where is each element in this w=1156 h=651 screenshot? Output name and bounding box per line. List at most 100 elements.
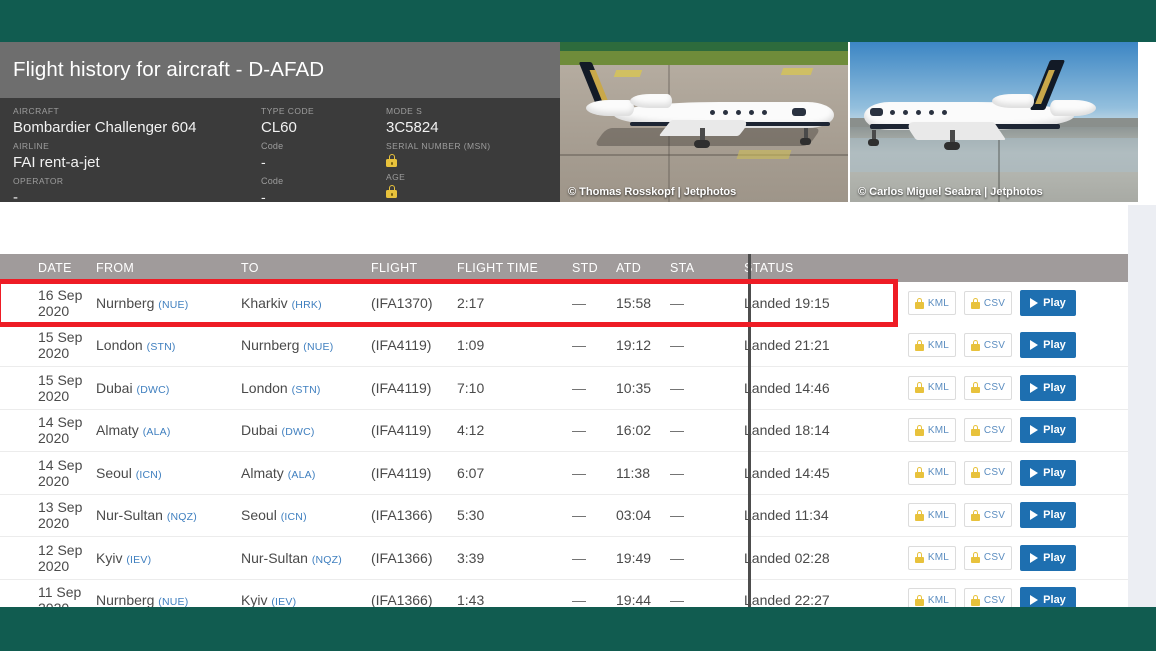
cell-std: — bbox=[572, 592, 586, 607]
table-row[interactable]: 12 Sep 2020 Kyiv (IEV) Nur-Sultan (NQZ) (IF… bbox=[0, 537, 1128, 580]
cell-to: Nur-Sultan (NQZ) bbox=[241, 550, 371, 566]
play-button[interactable]: Play bbox=[1020, 459, 1076, 486]
aircraft-photo-2[interactable]: © Carlos Miguel Seabra | Jetphotos bbox=[850, 42, 1138, 202]
page-right-gutter bbox=[1128, 205, 1156, 607]
column-header-flight[interactable]: FLIGHT bbox=[371, 261, 457, 275]
play-label: Play bbox=[1043, 551, 1066, 564]
csv-download-button[interactable]: CSV bbox=[964, 333, 1012, 358]
column-header-sta[interactable]: STA bbox=[670, 261, 722, 275]
to-iata: (IEV) bbox=[271, 596, 297, 607]
csv-download-button[interactable]: CSV bbox=[964, 418, 1012, 443]
csv-download-button[interactable]: CSV bbox=[964, 460, 1012, 485]
cell-date: 15 Sep 2020 bbox=[38, 329, 83, 362]
info-column-type: TYPE CODE CL60 Code - Code - bbox=[261, 105, 386, 205]
kml-download-button[interactable]: KML bbox=[908, 291, 956, 316]
cell-flight[interactable]: (IFA4119) bbox=[371, 422, 457, 438]
kml-download-button[interactable]: KML bbox=[908, 503, 956, 528]
label-type-code: TYPE CODE bbox=[261, 106, 315, 116]
cell-flight[interactable]: (IFA1366) bbox=[371, 550, 457, 566]
to-iata: (NQZ) bbox=[311, 553, 342, 566]
status-column-divider bbox=[748, 254, 751, 607]
from-city: Seoul bbox=[96, 464, 132, 481]
info-column-aircraft: AIRCRAFT Bombardier Challenger 604 AIRLI… bbox=[13, 105, 261, 206]
to-iata: (NUE) bbox=[303, 341, 334, 354]
csv-label: CSV bbox=[983, 339, 1006, 351]
aircraft-photo-1[interactable]: © Thomas Rosskopf | Jetphotos bbox=[560, 42, 848, 202]
page-title: Flight history for aircraft - D-AFAD bbox=[13, 58, 325, 81]
from-city: Nurnberg bbox=[96, 295, 155, 312]
play-icon bbox=[1030, 510, 1039, 521]
column-header-date[interactable]: DATE bbox=[0, 261, 96, 275]
lock-icon bbox=[970, 509, 980, 521]
csv-download-button[interactable]: CSV bbox=[964, 291, 1012, 316]
play-button[interactable]: Play bbox=[1020, 417, 1076, 444]
cell-flight[interactable]: (IFA4119) bbox=[371, 380, 457, 396]
csv-label: CSV bbox=[983, 382, 1006, 394]
from-city: Dubai bbox=[96, 379, 133, 396]
from-iata: (IEV) bbox=[126, 553, 152, 566]
cell-date: 16 Sep 2020 bbox=[38, 287, 83, 320]
column-header-flight-time[interactable]: FLIGHT TIME bbox=[457, 261, 572, 275]
kml-download-button[interactable]: KML bbox=[908, 460, 956, 485]
table-row[interactable]: 13 Sep 2020 Nur-Sultan (NQZ) Seoul (ICN) (I… bbox=[0, 494, 1128, 537]
play-button[interactable]: Play bbox=[1020, 374, 1076, 401]
kml-download-button[interactable]: KML bbox=[908, 418, 956, 443]
cell-flight[interactable]: (IFA1366) bbox=[371, 507, 457, 523]
cell-from: Seoul (ICN) bbox=[96, 465, 241, 481]
csv-download-button[interactable]: CSV bbox=[964, 588, 1012, 607]
cell-std: — bbox=[572, 549, 586, 566]
lock-icon bbox=[914, 552, 924, 564]
play-button[interactable]: Play bbox=[1020, 587, 1076, 607]
column-header-std[interactable]: STD bbox=[572, 261, 616, 275]
photo-credit-2: © Carlos Miguel Seabra | Jetphotos bbox=[858, 185, 1043, 198]
kml-label: KML bbox=[927, 509, 950, 521]
cell-to: Seoul (ICN) bbox=[241, 507, 371, 523]
cell-to: Nurnberg (NUE) bbox=[241, 337, 371, 353]
table-row[interactable]: 14 Sep 2020 Seoul (ICN) Almaty (ALA) (IFA41… bbox=[0, 452, 1128, 495]
kml-download-button[interactable]: KML bbox=[908, 588, 956, 607]
play-button[interactable]: Play bbox=[1020, 544, 1076, 571]
to-city: Nur-Sultan bbox=[241, 549, 308, 566]
cell-flight[interactable]: (IFA4119) bbox=[371, 337, 457, 353]
cell-atd: 10:35 bbox=[616, 379, 652, 396]
play-button[interactable]: Play bbox=[1020, 502, 1076, 529]
csv-download-button[interactable]: CSV bbox=[964, 375, 1012, 400]
cell-actions: KML CSV Play bbox=[908, 587, 1128, 607]
cell-flight[interactable]: (IFA4119) bbox=[371, 465, 457, 481]
cell-std: — bbox=[572, 337, 586, 354]
column-header-atd[interactable]: ATD bbox=[616, 261, 670, 275]
cell-flight[interactable]: (IFA1370) bbox=[371, 295, 457, 311]
to-city: Nurnberg bbox=[241, 337, 300, 354]
flight-history-table: DATE FROM TO FLIGHT FLIGHT TIME STD ATD … bbox=[0, 254, 1128, 607]
cell-atd: 15:58 bbox=[616, 295, 652, 312]
info-column-modes: MODE S 3C5824 SERIAL NUMBER (MSN) AGE bbox=[386, 105, 556, 202]
csv-download-button[interactable]: CSV bbox=[964, 503, 1012, 528]
play-label: Play bbox=[1043, 381, 1066, 394]
cell-flight[interactable]: (IFA1366) bbox=[371, 592, 457, 607]
kml-download-button[interactable]: KML bbox=[908, 375, 956, 400]
kml-label: KML bbox=[927, 382, 950, 394]
table-row[interactable]: 15 Sep 2020 Dubai (DWC) London (STN) (IFA41… bbox=[0, 367, 1128, 410]
kml-download-button[interactable]: KML bbox=[908, 333, 956, 358]
cell-atd: 19:12 bbox=[616, 337, 652, 354]
play-button[interactable]: Play bbox=[1020, 290, 1076, 317]
value-age-locked[interactable] bbox=[386, 184, 556, 199]
column-header-to[interactable]: TO bbox=[241, 261, 371, 275]
column-header-from[interactable]: FROM bbox=[96, 261, 241, 275]
cell-atd: 19:49 bbox=[616, 549, 652, 566]
play-button[interactable]: Play bbox=[1020, 332, 1076, 359]
cell-actions: KML CSV Play bbox=[908, 417, 1128, 444]
kml-label: KML bbox=[927, 552, 950, 564]
table-row[interactable]: 16 Sep 2020 Nurnberg (NUE) Kharkiv (HRK) (I… bbox=[0, 282, 1128, 325]
csv-download-button[interactable]: CSV bbox=[964, 545, 1012, 570]
kml-download-button[interactable]: KML bbox=[908, 545, 956, 570]
table-body: 16 Sep 2020 Nurnberg (NUE) Kharkiv (HRK) (I… bbox=[0, 282, 1128, 607]
table-row[interactable]: 14 Sep 2020 Almaty (ALA) Dubai (DWC) (IFA41… bbox=[0, 409, 1128, 452]
play-icon bbox=[1030, 552, 1039, 563]
table-row[interactable]: 11 Sep 2020Nurnberg (NUE)Kyiv (IEV)(IFA1… bbox=[0, 579, 1128, 607]
value-serial-number-locked[interactable] bbox=[386, 153, 556, 168]
to-city: Seoul bbox=[241, 507, 277, 524]
value-aircraft: Bombardier Challenger 604 bbox=[13, 119, 197, 136]
table-row[interactable]: 15 Sep 2020 London (STN) Nurnberg (NUE) (IF… bbox=[0, 324, 1128, 367]
aircraft-summary-panel: Flight history for aircraft - D-AFAD AIR… bbox=[0, 42, 560, 206]
